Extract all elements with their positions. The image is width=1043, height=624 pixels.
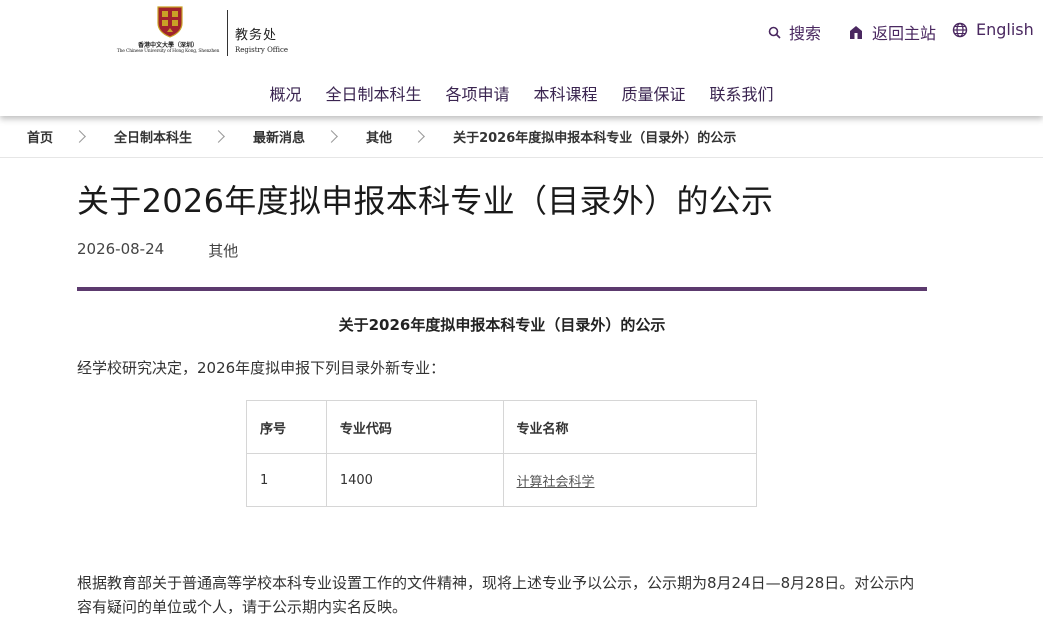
nav-item-quality[interactable]: 质量保证 (622, 81, 686, 105)
breadcrumb-news[interactable]: 最新消息 (253, 127, 305, 146)
logo-university-en: The Chinese University of Hong Kong, She… (116, 49, 220, 54)
main-nav: 概况 全日制本科生 各项申请 本科课程 质量保证 联系我们 (0, 81, 1043, 105)
chevron-right-icon (212, 130, 225, 143)
chevron-right-icon (412, 130, 425, 143)
logo-office-cn: 教务处 (235, 28, 278, 43)
search-link[interactable]: 搜索 (768, 20, 821, 44)
breadcrumb-home[interactable]: 首页 (27, 127, 53, 146)
logo-university-cn: 香港中文大學（深圳） (137, 42, 198, 49)
chevron-right-icon (73, 130, 86, 143)
majors-table: 序号 专业代码 专业名称 1 1400 计算社会科学 (246, 400, 758, 507)
globe-icon (952, 22, 968, 37)
breadcrumb-undergraduate[interactable]: 全日制本科生 (114, 127, 192, 146)
nav-item-undergraduate[interactable]: 全日制本科生 (325, 81, 421, 105)
home-label: 返回主站 (872, 24, 937, 43)
article-meta: 2026-08-24 其他 (77, 240, 238, 261)
closing-paragraph: 根据教育部关于普通高等学校本科专业设置工作的文件精神，现将上述专业予以公示，公示… (77, 574, 915, 616)
search-label: 搜索 (789, 24, 822, 43)
nav-item-contact[interactable]: 联系我们 (710, 81, 774, 105)
nav-item-overview[interactable]: 概况 (269, 81, 301, 105)
page-title: 关于2026年度拟申报本科专业（目录外）的公示 (77, 182, 774, 220)
chevron-right-icon (325, 130, 338, 143)
nav-item-courses[interactable]: 本科课程 (534, 81, 598, 105)
table-cell-name: 计算社会科学 (502, 453, 758, 507)
breadcrumb-other[interactable]: 其他 (366, 127, 392, 146)
article-date: 2026-08-24 (77, 240, 165, 258)
title-divider (77, 287, 927, 291)
site-logo[interactable]: 香港中文大學（深圳） The Chinese University of Hon… (112, 6, 289, 60)
logo-office-en: Registry Office (235, 46, 289, 54)
language-switch[interactable]: English (952, 20, 1034, 39)
intro-paragraph: 经学校研究决定，2026年度拟申报下列目录外新专业： (77, 359, 446, 377)
nav-item-applications[interactable]: 各项申请 (445, 81, 509, 105)
major-name-link[interactable]: 计算社会科学 (517, 475, 595, 490)
home-icon (850, 26, 862, 39)
table-header-name: 专业名称 (502, 400, 758, 454)
breadcrumb: 首页 全日制本科生 最新消息 其他 关于2026年度拟申报本科专业（目录外）的公… (0, 116, 1043, 158)
article-category: 其他 (208, 242, 239, 260)
site-header: 香港中文大學（深圳） The Chinese University of Hon… (0, 0, 1043, 116)
language-label: English (976, 20, 1034, 39)
home-link[interactable]: 返回主站 (848, 20, 936, 44)
breadcrumb-current: 关于2026年度拟申报本科专业（目录外）的公示 (453, 131, 737, 146)
table-cell-index: 1 (246, 453, 327, 507)
university-crest-icon (157, 6, 183, 38)
table-header-index: 序号 (246, 400, 327, 454)
table-cell-code: 1400 (325, 453, 504, 507)
logo-divider (227, 10, 228, 56)
document-heading: 关于2026年度拟申报本科专业（目录外）的公示 (338, 316, 666, 334)
search-icon (768, 26, 781, 39)
table-header-code: 专业代码 (325, 400, 504, 454)
table-row: 1 1400 计算社会科学 (246, 453, 758, 507)
table-header-row: 序号 专业代码 专业名称 (246, 400, 758, 454)
